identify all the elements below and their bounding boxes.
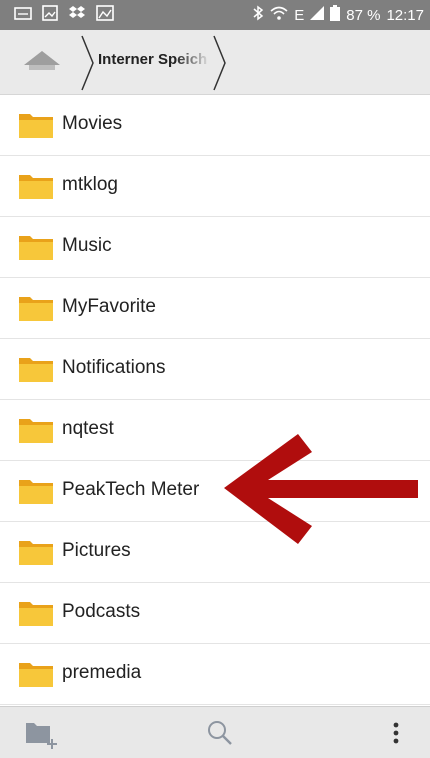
folder-name: nqtest bbox=[62, 418, 114, 439]
folder-icon bbox=[19, 480, 53, 504]
folder-item[interactable]: Podcasts bbox=[0, 583, 430, 644]
folder-icon bbox=[19, 541, 53, 565]
status-bar: E 87 % 12:17 bbox=[0, 0, 430, 30]
file-manager-screen: E 87 % 12:17 Interner Speich Movies mtkl… bbox=[0, 0, 430, 758]
bottom-toolbar bbox=[0, 706, 430, 758]
folder-item[interactable]: Notifications bbox=[0, 339, 430, 400]
folder-name: Movies bbox=[62, 113, 123, 134]
usb-debug-icon bbox=[14, 5, 32, 25]
folder-name: MyFavorite bbox=[62, 296, 156, 317]
battery-icon bbox=[330, 5, 341, 25]
folder-name: premedia bbox=[62, 662, 142, 683]
more-options-icon bbox=[393, 722, 399, 744]
gallery-icon bbox=[96, 5, 114, 25]
chevron-right-icon bbox=[213, 35, 226, 91]
folder-item[interactable]: Movies bbox=[0, 95, 430, 156]
new-folder-icon bbox=[26, 723, 57, 749]
folder-icon bbox=[19, 175, 53, 199]
dropbox-icon bbox=[68, 5, 86, 25]
breadcrumb: Interner Speich bbox=[0, 30, 430, 95]
chevron-right-icon bbox=[81, 35, 94, 91]
home-icon bbox=[24, 51, 60, 70]
image-icon bbox=[42, 5, 58, 25]
folder-item[interactable]: MyFavorite bbox=[0, 278, 430, 339]
system-status: E 87 % 12:17 bbox=[252, 5, 430, 25]
folder-name: Music bbox=[62, 235, 112, 256]
wifi-icon bbox=[270, 5, 288, 25]
folder-icon bbox=[19, 602, 53, 626]
search-icon bbox=[208, 721, 232, 745]
bluetooth-icon bbox=[252, 5, 264, 25]
new-folder-button[interactable] bbox=[22, 715, 62, 751]
folder-list: Movies mtklog Music MyFavorite Notifications… bbox=[0, 95, 430, 705]
folder-icon bbox=[19, 358, 53, 382]
folder-name: Pictures bbox=[62, 540, 131, 561]
folder-item[interactable]: premedia bbox=[0, 644, 430, 705]
folder-item[interactable]: mtklog bbox=[0, 156, 430, 217]
folder-icon bbox=[19, 419, 53, 443]
more-options-button[interactable] bbox=[376, 715, 416, 751]
clock: 12:17 bbox=[386, 6, 424, 24]
network-type: E bbox=[294, 6, 305, 24]
home-button[interactable] bbox=[20, 46, 64, 78]
red-arrow-icon bbox=[224, 434, 418, 544]
folder-icon bbox=[19, 236, 53, 260]
signal-icon bbox=[310, 6, 325, 24]
folder-icon bbox=[19, 114, 53, 138]
folder-name: mtklog bbox=[62, 174, 118, 195]
folder-name: Podcasts bbox=[62, 601, 141, 622]
folder-icon bbox=[19, 663, 53, 687]
notification-icons bbox=[0, 5, 114, 25]
folder-icon bbox=[19, 297, 53, 321]
folder-item[interactable]: Music bbox=[0, 217, 430, 278]
battery-percent: 87 % bbox=[346, 6, 381, 24]
folder-name: PeakTech Meter bbox=[62, 479, 200, 500]
search-button[interactable] bbox=[200, 715, 240, 751]
breadcrumb-fade bbox=[175, 48, 211, 74]
folder-name: Notifications bbox=[62, 357, 166, 378]
